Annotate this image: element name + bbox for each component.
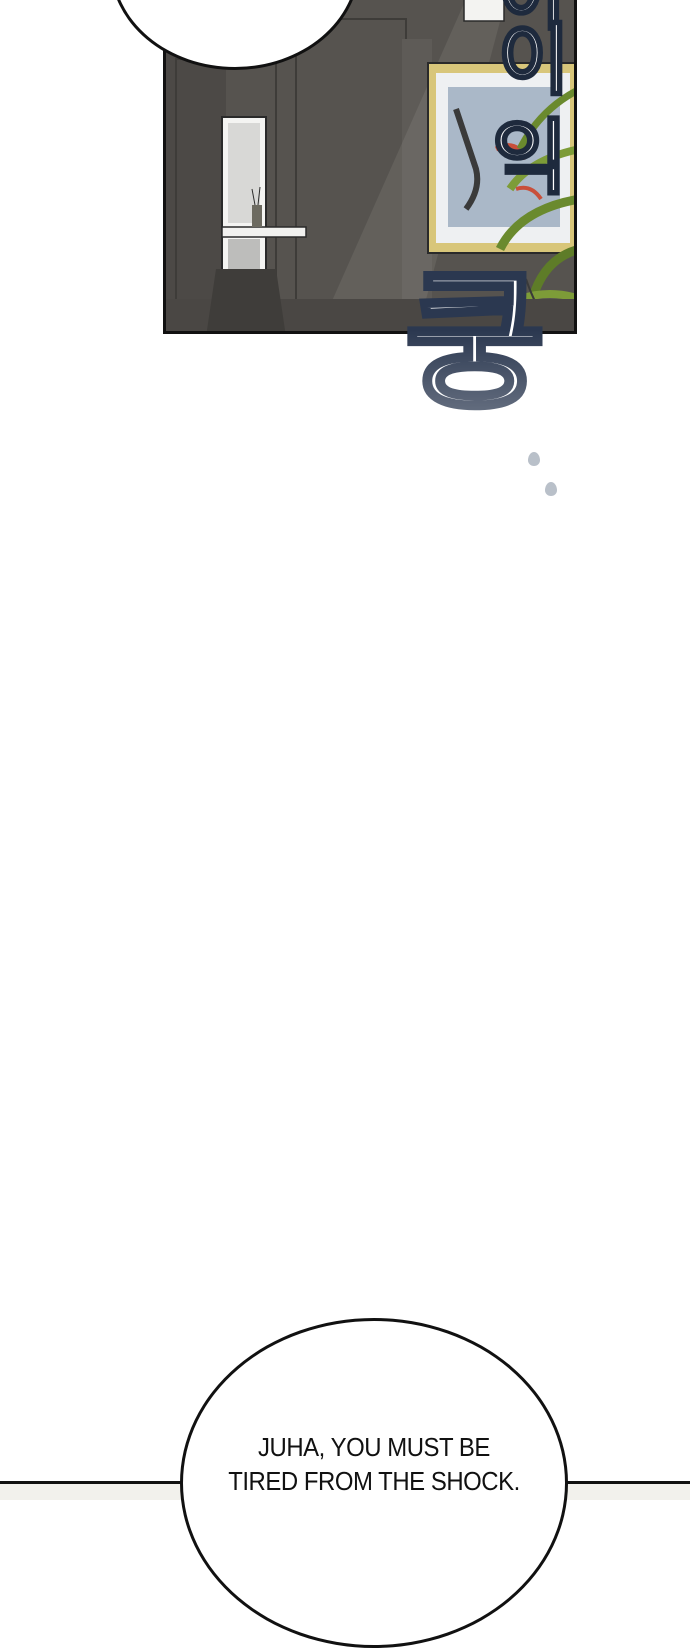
- dialogue-line-1: JUHA, YOU MUST BE: [258, 1432, 490, 1462]
- sweat-drop-icon: [528, 452, 540, 466]
- mirror-shadow: [206, 269, 286, 331]
- wall-shelf: [221, 226, 307, 238]
- sound-effect-glyph-3: 쿵: [402, 256, 548, 430]
- sound-effect-glyph-1: 이: [497, 16, 572, 106]
- dialogue-line-2: TIRED FROM THE SHOCK.: [228, 1466, 520, 1496]
- speech-bubble-text: JUHA, YOU MUST BE TIRED FROM THE SHOCK.: [205, 1430, 544, 1498]
- sweat-drop-icon: [545, 482, 557, 496]
- sound-effect-glyph-2: 익: [490, 111, 568, 206]
- diffuser-bottle: [252, 205, 262, 227]
- wall-mirror-lower: [228, 239, 260, 273]
